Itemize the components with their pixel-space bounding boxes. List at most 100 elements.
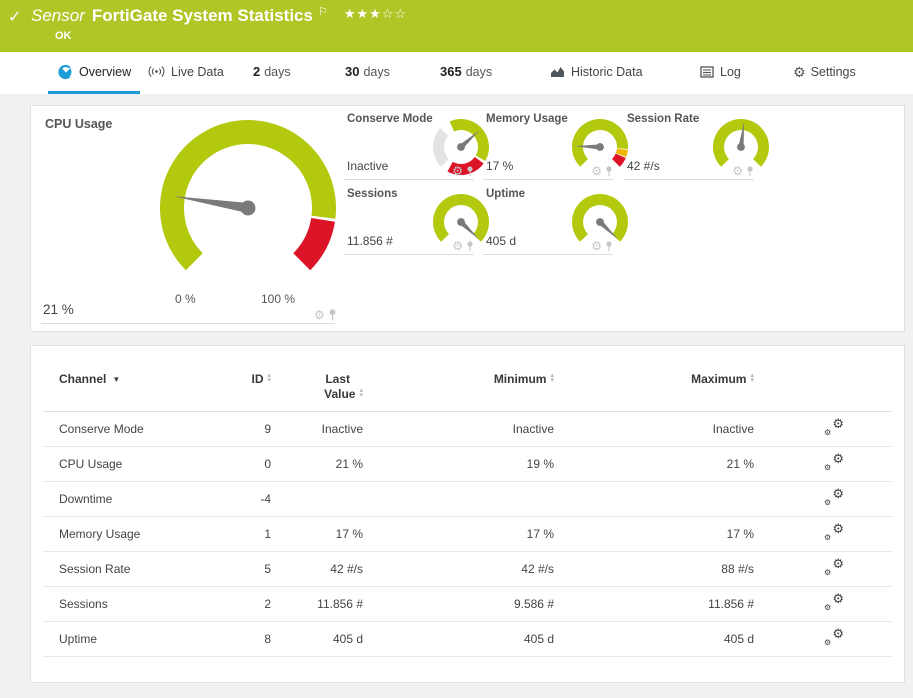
tab-label: Overview [79, 64, 132, 79]
tab-log[interactable]: Log [700, 52, 741, 91]
tab-label: Settings [810, 64, 856, 79]
maximum-value: Inactive [712, 422, 754, 436]
minimum-value: 42 #/s [521, 562, 554, 576]
channel-settings-icon[interactable]: ⚙ ⚙ [824, 627, 844, 647]
pin-icon[interactable] [605, 165, 613, 177]
column-header-maximum[interactable]: Maximum ▴ ▾ [554, 372, 754, 386]
gauge-scale-max: 100 % [261, 292, 296, 306]
channel-name: Sessions [59, 597, 108, 611]
gear-icon: ⚙ [793, 63, 806, 80]
pin-icon[interactable] [466, 240, 474, 252]
channel-id: 1 [264, 527, 271, 541]
channel-name: Uptime [59, 632, 98, 646]
channel-settings-icon[interactable]: ⚙ ⚙ [824, 452, 844, 472]
tab-30-days[interactable]: 30 days [345, 52, 390, 91]
last-value: 17 % [335, 527, 363, 541]
gauge-value: 42 #/s [627, 159, 660, 173]
maximum-value: 17 % [726, 527, 754, 541]
gauge-title: Sessions [347, 188, 398, 200]
gauge-title: Uptime [486, 188, 525, 200]
gear-icon[interactable]: ⚙ [591, 240, 602, 252]
maximum-value: 11.856 # [708, 597, 754, 611]
minimum-value: 17 % [526, 527, 554, 541]
table-row: Memory Usage 1 17 % 17 % 17 % ⚙ ⚙ [43, 517, 892, 552]
page-title: FortiGate System Statistics [91, 6, 313, 25]
tab-label: days [363, 64, 390, 79]
gauge-panel-session_rate: Session Rate 42 #/s ⚙ [624, 109, 769, 180]
flag-icon[interactable]: ⚐ [318, 5, 328, 18]
tab-2-days[interactable]: 2 days [253, 52, 291, 91]
column-header-channel[interactable]: Channel ▼ [59, 372, 219, 386]
priority-stars[interactable]: ★★★☆☆ [344, 6, 407, 22]
sort-icon: ▴ ▾ [750, 372, 754, 384]
last-value: 21 % [335, 457, 363, 471]
gauge-value: 17 % [486, 159, 514, 173]
area-chart-icon [551, 67, 564, 77]
channel-settings-icon[interactable]: ⚙ ⚙ [824, 557, 844, 577]
tab-settings[interactable]: ⚙ Settings [793, 52, 856, 91]
pin-icon[interactable] [328, 309, 337, 321]
gauge-title: Session Rate [627, 113, 700, 125]
last-value: 11.856 # [317, 597, 363, 611]
channel-id: 0 [264, 457, 271, 471]
gauge-icon [58, 64, 73, 79]
table-header-row: Channel ▼ ID ▴ ▾ Last Value ▴ ▾ Minimum ▴ ▾ Max… [43, 372, 892, 412]
sensor-title-line: Sensor FortiGate System Statistics ⚐ ★★★… [31, 6, 407, 26]
column-header-last-value[interactable]: Last Value ▴ ▾ [271, 372, 363, 401]
gauge-title: Memory Usage [486, 113, 568, 125]
tab-overview[interactable]: Overview [58, 52, 131, 91]
minimum-value: Inactive [512, 422, 554, 436]
last-value: 42 #/s [330, 562, 363, 576]
gear-icon[interactable]: ⚙ [452, 240, 463, 252]
pin-icon[interactable] [746, 165, 754, 177]
gear-icon[interactable]: ⚙ [591, 165, 602, 177]
channel-id: 2 [264, 597, 271, 611]
channel-settings-icon[interactable]: ⚙ ⚙ [824, 592, 844, 612]
minimum-value: 405 d [523, 632, 554, 646]
tab-365-days[interactable]: 365 days [440, 52, 492, 91]
channel-name: Memory Usage [59, 527, 141, 541]
pin-icon[interactable] [466, 165, 474, 177]
tab-label: days [465, 64, 493, 79]
minimum-value: 19 % [526, 457, 554, 471]
tab-bar: Overview Live Data 2 days 30 days 365 da… [0, 52, 913, 94]
column-header-minimum[interactable]: Minimum ▴ ▾ [363, 372, 554, 386]
gear-icon[interactable]: ⚙ [314, 309, 325, 321]
channel-name: Downtime [59, 492, 113, 506]
gauge-scale-min: 0 % [175, 292, 196, 306]
sort-icon: ▴ ▾ [359, 387, 363, 399]
cpu-gauge [159, 119, 337, 297]
sort-icon: ▴ ▾ [267, 372, 271, 384]
channel-settings-icon[interactable]: ⚙ ⚙ [824, 417, 844, 437]
divider [41, 323, 335, 324]
tab-label: days [264, 64, 291, 79]
cpu-gauge-value: 21 % [43, 302, 74, 317]
gauge-value: Inactive [347, 159, 389, 173]
gear-icon[interactable]: ⚙ [452, 165, 463, 177]
channel-id: 5 [264, 562, 271, 576]
channel-settings-icon[interactable]: ⚙ ⚙ [824, 487, 844, 507]
gauge-panel-uptime: Uptime 405 d ⚙ [483, 184, 628, 255]
table-row: Sessions 2 11.856 # 9.586 # 11.856 # ⚙ ⚙ [43, 587, 892, 622]
tab-number: 2 [253, 64, 261, 79]
sort-icon: ▴ ▾ [550, 372, 554, 384]
tab-label: Live Data [171, 64, 224, 79]
table-row: Conserve Mode 9 Inactive Inactive Inactive ⚙ ⚙ [43, 412, 892, 447]
pin-icon[interactable] [605, 240, 613, 252]
channel-settings-icon[interactable]: ⚙ ⚙ [824, 522, 844, 542]
gauges-panel: CPU Usage 0 % 100 % 21 % ⚙ Conserve Mode… [30, 105, 905, 332]
object-kind-label: Sensor [31, 6, 85, 25]
tab-label: Log [720, 64, 741, 79]
minimum-value: 9.586 # [513, 597, 554, 611]
channel-id: 8 [264, 632, 271, 646]
tab-live-data[interactable]: Live Data [148, 52, 224, 91]
tab-label: Historic Data [571, 64, 643, 79]
column-header-id[interactable]: ID ▴ ▾ [219, 372, 271, 386]
tab-historic-data[interactable]: Historic Data [550, 52, 643, 91]
gauge-chart [159, 120, 336, 271]
gauge-value: 11.856 # [347, 234, 393, 248]
log-icon [700, 65, 714, 78]
gauge-panel-memory: Memory Usage 17 % ⚙ [483, 109, 628, 180]
channel-id: 9 [264, 422, 271, 436]
gear-icon[interactable]: ⚙ [732, 165, 743, 177]
